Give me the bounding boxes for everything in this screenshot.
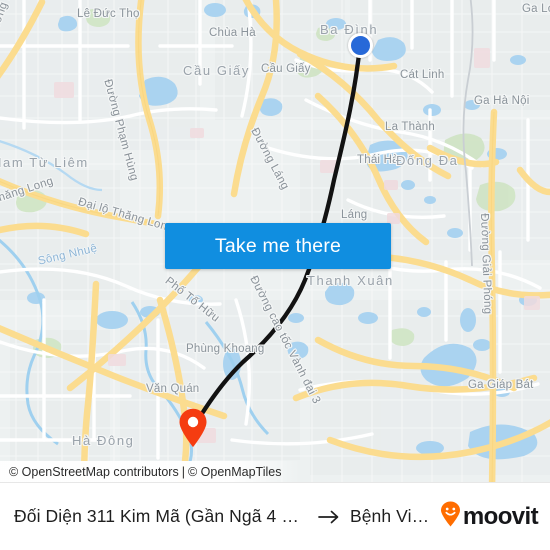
take-me-there-button[interactable]: Take me there — [165, 223, 391, 269]
route-footer: Đối Diện 311 Kim Mã (Gần Ngã 4 Kim ... B… — [0, 482, 550, 550]
attribution-separator: | — [181, 464, 185, 479]
map-attribution: © OpenStreetMap contributors | © OpenMap… — [0, 461, 550, 482]
moovit-wordmark: moovit — [462, 502, 539, 530]
moovit-logo[interactable]: moovit — [440, 501, 539, 532]
map-canvas[interactable]: Lê Đức ThọChùa HàBa ĐìnhGa LonCầu GiấyCầ… — [0, 0, 550, 482]
moovit-pin-icon — [440, 501, 461, 532]
openmaptiles-attribution-link[interactable]: © OpenMapTiles — [188, 465, 282, 479]
osm-attribution-link[interactable]: © OpenStreetMap contributors — [9, 465, 179, 479]
route-origin-label: Đối Diện 311 Kim Mã (Gần Ngã 4 Kim ... — [14, 506, 308, 526]
route-summary[interactable]: Đối Diện 311 Kim Mã (Gần Ngã 4 Kim ... B… — [14, 506, 430, 527]
moovit-route-screen: Lê Đức ThọChùa HàBa ĐìnhGa LonCầu GiấyCầ… — [0, 0, 550, 550]
route-destination-label: Bệnh Việ... — [349, 506, 430, 526]
arrow-right-icon — [318, 510, 340, 524]
